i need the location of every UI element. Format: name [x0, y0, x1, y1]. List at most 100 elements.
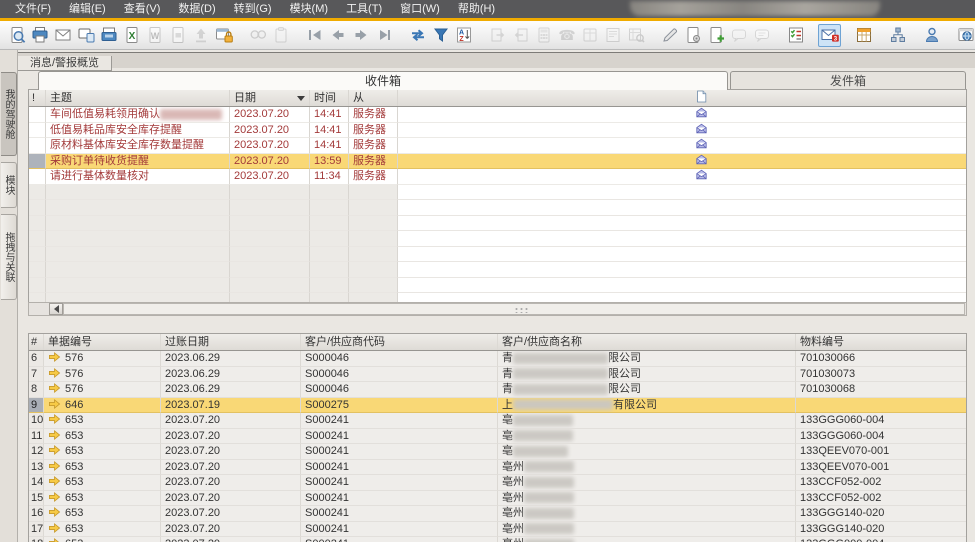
- user-icon[interactable]: [920, 24, 943, 47]
- report-table-icon[interactable]: [852, 24, 875, 47]
- documents-row-6[interactable]: 65762023.06.29S000046青限公司701030066: [29, 351, 966, 367]
- documents-row-10[interactable]: 106532023.07.20S000241亳133GGG060-004: [29, 413, 966, 429]
- link-arrow-icon[interactable]: [48, 413, 61, 425]
- nav-last-icon[interactable]: [372, 24, 395, 47]
- clipboard-icon[interactable]: [269, 24, 292, 47]
- edit-pencil-icon[interactable]: [658, 24, 681, 47]
- documents-row-15[interactable]: 156532023.07.20S000241亳州133CCF052-002: [29, 491, 966, 507]
- menu-goto[interactable]: 转到(G): [225, 0, 281, 18]
- upload-icon[interactable]: [189, 24, 212, 47]
- email-icon[interactable]: [51, 24, 74, 47]
- inbox-row-3[interactable]: 原材料基体库安全库存数量提醒2023.07.2014:41服务器: [29, 138, 966, 154]
- link-arrow-icon[interactable]: [48, 398, 61, 410]
- link-arrow-icon[interactable]: [48, 351, 61, 363]
- menu-window[interactable]: 窗口(W): [391, 0, 449, 18]
- documents-row-18[interactable]: 186532023.07.20S000241亳州133GGG000-004: [29, 537, 966, 542]
- export-word-icon[interactable]: W: [143, 24, 166, 47]
- link-arrow-icon[interactable]: [48, 491, 61, 503]
- org-chart-icon[interactable]: [886, 24, 909, 47]
- scrollbar-track[interactable]: [63, 303, 965, 315]
- link-arrow-icon[interactable]: [48, 429, 61, 441]
- menu-help[interactable]: 帮助(H): [449, 0, 504, 18]
- menu-tools[interactable]: 工具(T): [337, 0, 391, 18]
- print-icon[interactable]: [28, 24, 51, 47]
- calculator-icon[interactable]: [532, 24, 555, 47]
- documents-row-7[interactable]: 75762023.06.29S000046青限公司701030073: [29, 367, 966, 383]
- envelope-icon[interactable]: [691, 169, 711, 185]
- menu-file[interactable]: 文件(F): [6, 0, 60, 18]
- envelope-icon[interactable]: [691, 138, 711, 154]
- docs-col-itemno[interactable]: 物料编号: [796, 334, 966, 350]
- sidedock-tab-3[interactable]: 拖拽与关联: [1, 214, 17, 300]
- comment-icon[interactable]: [727, 24, 750, 47]
- documents-row-12[interactable]: 126532023.07.20S000241亳133QEEV070-001: [29, 444, 966, 460]
- menu-modules[interactable]: 模块(M): [281, 0, 338, 18]
- menu-view[interactable]: 查看(V): [115, 0, 170, 18]
- page-settings-icon[interactable]: [681, 24, 704, 47]
- checklist-icon[interactable]: [784, 24, 807, 47]
- envelope-icon[interactable]: [691, 154, 711, 170]
- nav-prev-icon[interactable]: [326, 24, 349, 47]
- inbox-col-priority[interactable]: !: [29, 90, 46, 106]
- form-settings-icon[interactable]: [601, 24, 624, 47]
- link-arrow-icon[interactable]: [48, 522, 61, 534]
- sidedock-tab-2[interactable]: 模块: [1, 162, 17, 208]
- comment-outline-icon[interactable]: [750, 24, 773, 47]
- link-arrow-icon[interactable]: [48, 506, 61, 518]
- docs-col-bpcode[interactable]: 客户/供应商代码: [301, 334, 498, 350]
- journal-icon[interactable]: [578, 24, 601, 47]
- documents-row-16[interactable]: 166532023.07.20S000241亳州133GGG140-020: [29, 506, 966, 522]
- nav-first-icon[interactable]: [303, 24, 326, 47]
- sidedock-tab-1[interactable]: 我的驾驶舱: [1, 72, 17, 156]
- copy-out-icon[interactable]: [509, 24, 532, 47]
- print-preview-icon[interactable]: [5, 24, 28, 47]
- inbox-col-date[interactable]: 日期: [230, 90, 310, 106]
- documents-row-13[interactable]: 136532023.07.20S000241亳州133QEEV070-001: [29, 460, 966, 476]
- docs-col-postingdate[interactable]: 过账日期: [161, 334, 301, 350]
- scroll-left-button[interactable]: [49, 303, 63, 315]
- query-icon[interactable]: [624, 24, 647, 47]
- envelope-icon[interactable]: [691, 107, 711, 123]
- lock-screen-icon[interactable]: [212, 24, 235, 47]
- web-browser-icon[interactable]: [954, 24, 975, 47]
- sort-icon[interactable]: AZ: [452, 24, 475, 47]
- menu-data[interactable]: 数据(D): [169, 0, 224, 18]
- messages-alerts-icon[interactable]: 3: [818, 24, 841, 47]
- docs-col-rownum[interactable]: #: [29, 334, 44, 350]
- documents-row-17[interactable]: 176532023.07.20S000241亳州133GGG140-020: [29, 522, 966, 538]
- documents-row-9[interactable]: 96462023.07.19S000275上有限公司: [29, 398, 966, 414]
- tab-inbox[interactable]: 收件箱: [38, 71, 728, 90]
- docs-col-docno[interactable]: 单据编号: [44, 334, 161, 350]
- documents-row-11[interactable]: 116532023.07.20S000241亳133GGG060-004: [29, 429, 966, 445]
- refresh-icon[interactable]: [406, 24, 429, 47]
- inbox-row-5[interactable]: 请进行基体数量核对2023.07.2011:34服务器: [29, 169, 966, 185]
- link-arrow-icon[interactable]: [48, 382, 61, 394]
- link-arrow-icon[interactable]: [48, 537, 61, 542]
- inbox-row-1[interactable]: 车间低值易耗领用确认2023.07.2014:41服务器: [29, 107, 966, 123]
- inbox-row-4[interactable]: 采购订单待收货提醒2023.07.2013:59服务器: [29, 154, 966, 170]
- link-arrow-icon[interactable]: [48, 367, 61, 379]
- phone-icon[interactable]: ☎: [555, 24, 578, 47]
- link-arrow-icon[interactable]: [48, 460, 61, 472]
- splitter-grip-icon[interactable]: [514, 307, 528, 313]
- inbox-col-time[interactable]: 时间: [310, 90, 349, 106]
- print-layout-icon[interactable]: [97, 24, 120, 47]
- nav-next-icon[interactable]: [349, 24, 372, 47]
- screen-share-icon[interactable]: [74, 24, 97, 47]
- tab-messages-alerts-overview[interactable]: 消息/警报概览: [18, 56, 112, 71]
- docs-col-bpname[interactable]: 客户/供应商名称: [498, 334, 796, 350]
- tab-outbox[interactable]: 发件箱: [730, 71, 966, 90]
- documents-row-14[interactable]: 146532023.07.20S000241亳州133CCF052-002: [29, 475, 966, 491]
- add-form-icon[interactable]: [704, 24, 727, 47]
- filter-icon[interactable]: [429, 24, 452, 47]
- inbox-col-subject[interactable]: 主题: [46, 90, 230, 106]
- export-image-icon[interactable]: [166, 24, 189, 47]
- export-excel-icon[interactable]: X: [120, 24, 143, 47]
- link-arrow-icon[interactable]: [48, 475, 61, 487]
- menu-edit[interactable]: 编辑(E): [60, 0, 115, 18]
- envelope-icon[interactable]: [691, 123, 711, 139]
- documents-row-8[interactable]: 85762023.06.29S000046青限公司701030068: [29, 382, 966, 398]
- inbox-row-2[interactable]: 低值易耗品库安全库存提醒2023.07.2014:41服务器: [29, 123, 966, 139]
- inbox-col-from[interactable]: 从: [349, 90, 398, 106]
- link-arrow-icon[interactable]: [48, 444, 61, 456]
